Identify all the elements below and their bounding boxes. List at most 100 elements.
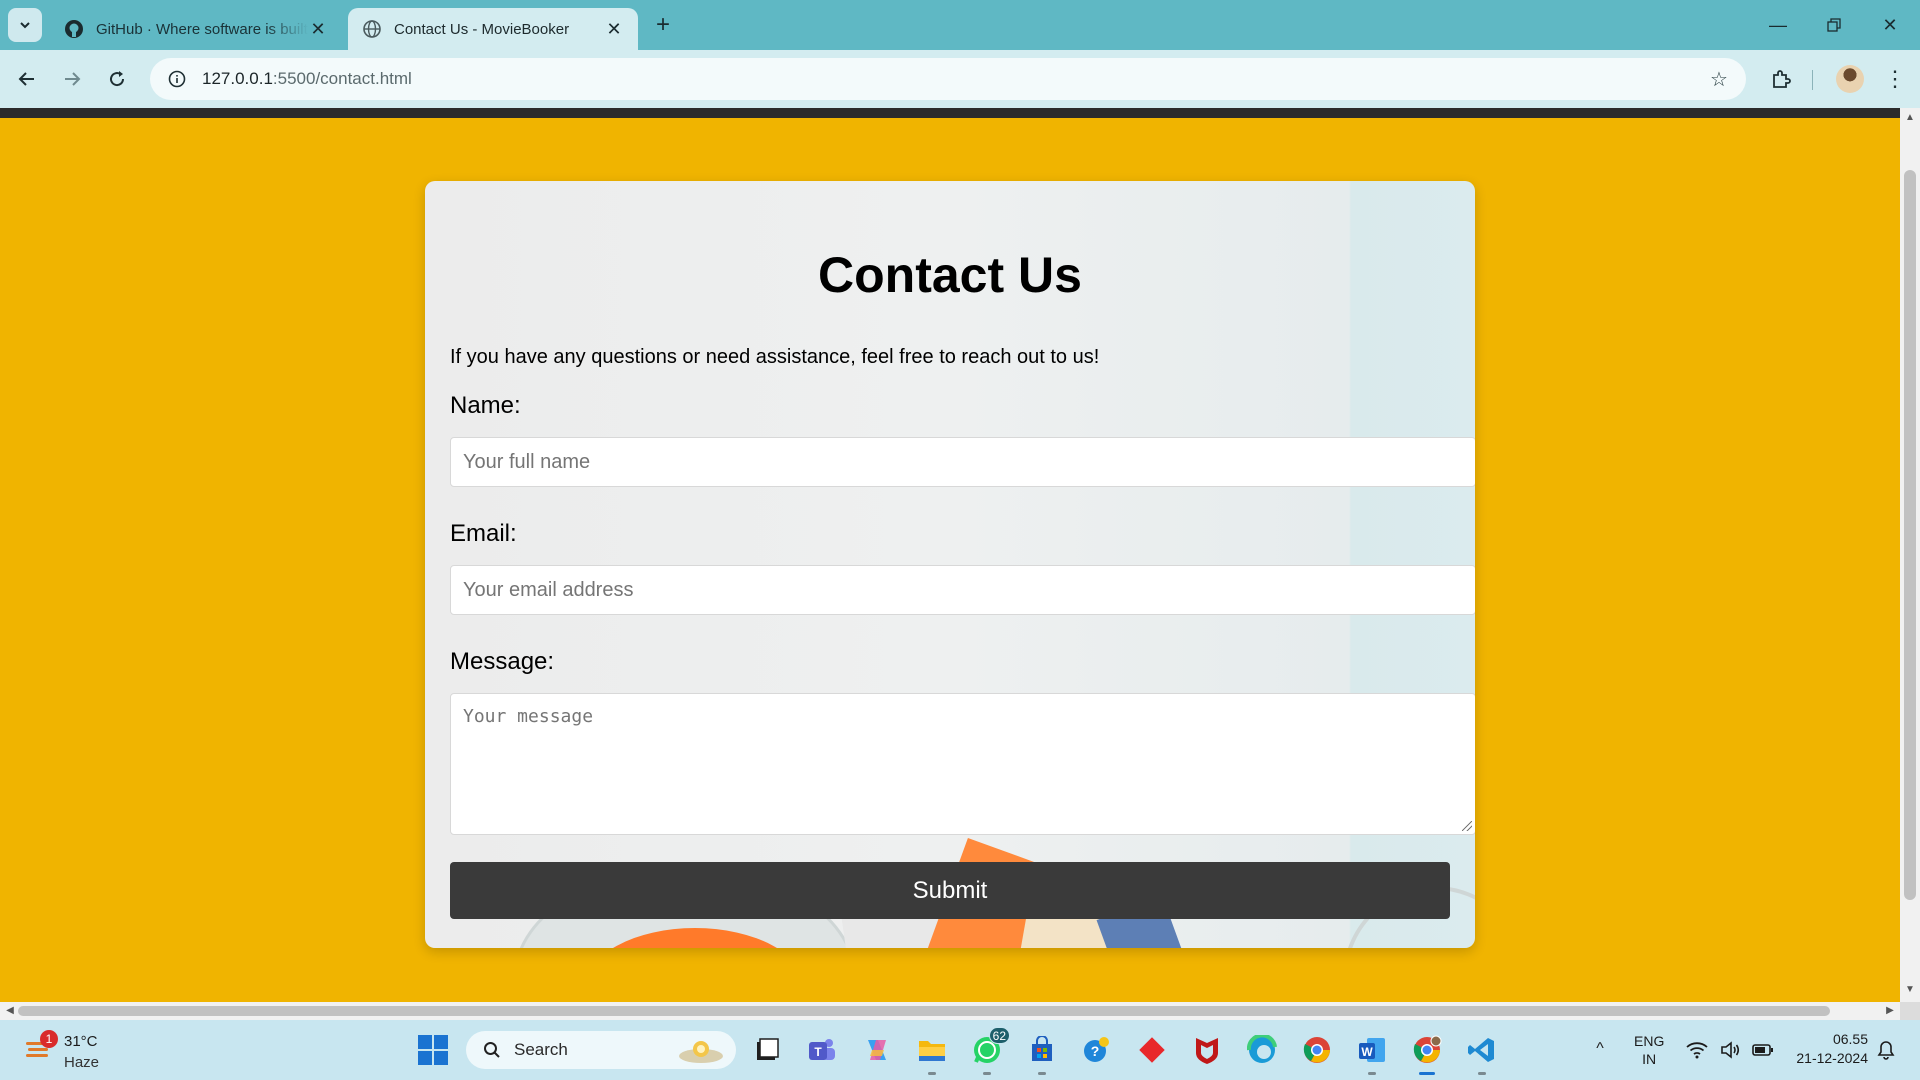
running-indicator <box>1038 1072 1046 1075</box>
windows-logo-pane <box>418 1051 432 1065</box>
taskbar-clock[interactable]: 06.55 21-12-2024 <box>1784 1030 1868 1068</box>
resize-handle-icon[interactable] <box>1462 821 1472 831</box>
browser-toolbar: 127.0.0.1:5500/contact.html ☆ ⋮ <box>0 50 1920 108</box>
weather-widget[interactable]: 1 31°C Haze <box>20 1028 130 1072</box>
running-indicator <box>1368 1072 1376 1075</box>
page-title: Contact Us <box>818 247 1082 303</box>
windows-logo-icon <box>418 1035 432 1049</box>
svg-text:T: T <box>814 1045 822 1059</box>
svg-text:?: ? <box>1091 1043 1100 1059</box>
email-label: Email: <box>450 520 517 547</box>
back-button[interactable] <box>12 64 42 94</box>
task-view-icon[interactable] <box>750 1033 784 1067</box>
system-tray[interactable] <box>1686 1038 1774 1062</box>
windows-taskbar: 1 31°C Haze Search T 62 ? W ^ ENG IN 06.… <box>0 1020 1920 1080</box>
site-header-strip <box>0 108 1900 118</box>
toolbar-separator <box>1812 70 1813 90</box>
horizontal-scrollbar[interactable]: ◀ ▶ <box>0 1002 1900 1020</box>
vertical-scrollbar[interactable]: ▲ ▼ <box>1900 108 1920 1002</box>
site-info-icon[interactable] <box>164 66 190 92</box>
edge-icon[interactable] <box>1245 1033 1279 1067</box>
browser-menu-button[interactable]: ⋮ <box>1880 64 1910 94</box>
close-icon[interactable]: ✕ <box>604 19 624 39</box>
scroll-left-icon[interactable]: ◀ <box>4 1005 16 1017</box>
url-text: 127.0.0.1:5500/contact.html <box>202 69 412 89</box>
start-button[interactable] <box>418 1035 448 1065</box>
tab-contact[interactable]: Contact Us - MovieBooker ✕ <box>348 8 638 50</box>
weather-temperature: 31°C <box>64 1033 98 1050</box>
volume-icon <box>1721 1041 1740 1059</box>
minimize-button[interactable]: — <box>1758 10 1798 40</box>
chrome-icon[interactable] <box>1300 1033 1334 1067</box>
running-indicator <box>1478 1072 1486 1075</box>
search-highlight-icon <box>679 1041 723 1063</box>
svg-text:W: W <box>1361 1045 1373 1059</box>
windows-logo-pane <box>434 1051 448 1065</box>
store-icon[interactable] <box>1025 1033 1059 1075</box>
horizontal-scroll-thumb[interactable] <box>18 1006 1830 1016</box>
clock-time: 06.55 <box>1832 1031 1868 1047</box>
tab-strip: GitHub · Where software is built ✕ Conta… <box>0 0 1920 50</box>
submit-button[interactable]: Submit <box>450 862 1450 919</box>
weather-alert-badge: 1 <box>40 1030 58 1048</box>
intro-text: If you have any questions or need assist… <box>450 346 1100 368</box>
restore-button[interactable] <box>1814 10 1854 40</box>
teams-icon[interactable]: T <box>805 1033 839 1067</box>
tab-title: GitHub · Where software is built <box>96 20 308 38</box>
language-code: ENG <box>1634 1033 1665 1049</box>
vertical-scroll-thumb[interactable] <box>1904 170 1916 900</box>
battery-icon <box>1752 1044 1773 1056</box>
search-icon <box>482 1040 502 1060</box>
forward-button[interactable] <box>57 64 87 94</box>
message-textarea[interactable]: Your message <box>450 693 1475 835</box>
git-icon[interactable] <box>1135 1033 1169 1067</box>
whatsapp-unread-badge: 62 <box>988 1027 1010 1044</box>
copilot-icon[interactable] <box>860 1033 894 1067</box>
puzzle-icon <box>1773 70 1791 88</box>
name-label: Name: <box>450 392 521 419</box>
chrome-profile-icon[interactable] <box>1410 1033 1444 1075</box>
language-indicator[interactable]: ENG IN <box>1634 1032 1664 1068</box>
close-window-button[interactable]: ✕ <box>1870 10 1910 40</box>
name-input[interactable]: Your full name <box>450 437 1475 487</box>
close-icon[interactable]: ✕ <box>308 19 328 39</box>
whatsapp-icon[interactable]: 62 <box>970 1027 1010 1075</box>
search-label: Search <box>514 1040 568 1059</box>
running-indicator <box>1419 1072 1435 1075</box>
tab-title: Contact Us - MovieBooker <box>394 20 570 38</box>
message-placeholder: Your message <box>463 706 594 727</box>
scroll-down-icon[interactable]: ▼ <box>1904 984 1916 996</box>
running-indicator <box>928 1072 936 1075</box>
page-viewport: Contact Us If you have any questions or … <box>0 108 1900 1002</box>
help-icon[interactable]: ? <box>1080 1033 1114 1067</box>
restore-icon <box>1827 18 1841 32</box>
arrow-left-icon <box>18 72 34 86</box>
tab-github[interactable]: GitHub · Where software is built ✕ <box>50 8 342 50</box>
arrow-right-icon <box>65 72 81 86</box>
globe-icon <box>362 19 382 39</box>
wifi-icon <box>1686 1042 1708 1059</box>
message-label: Message: <box>450 648 555 675</box>
github-icon <box>64 19 84 39</box>
scroll-up-icon[interactable]: ▲ <box>1904 112 1916 124</box>
notification-bell-icon[interactable] <box>1874 1038 1898 1062</box>
profile-avatar[interactable] <box>1836 65 1864 93</box>
folder-icon[interactable] <box>915 1033 949 1075</box>
tab-search-button[interactable] <box>8 8 42 42</box>
vscode-icon[interactable] <box>1465 1033 1499 1075</box>
extensions-button[interactable] <box>1766 64 1796 94</box>
reload-button[interactable] <box>102 64 132 94</box>
taskbar-search[interactable]: Search <box>466 1031 736 1069</box>
show-hidden-icons-chevron-icon[interactable]: ^ <box>1590 1040 1610 1060</box>
windows-logo-pane <box>434 1035 448 1049</box>
region-code: IN <box>1642 1051 1657 1067</box>
email-input[interactable]: Your email address <box>450 565 1475 615</box>
word-icon[interactable]: W <box>1355 1033 1389 1075</box>
bookmark-star-icon[interactable]: ☆ <box>1706 66 1732 92</box>
running-indicator <box>983 1072 991 1075</box>
mcafee-icon[interactable] <box>1190 1033 1224 1067</box>
url-host: 127.0.0.1 <box>202 69 273 88</box>
address-bar[interactable]: 127.0.0.1:5500/contact.html ☆ <box>150 58 1746 100</box>
new-tab-button[interactable]: + <box>650 11 676 38</box>
scroll-right-icon[interactable]: ▶ <box>1884 1005 1896 1017</box>
